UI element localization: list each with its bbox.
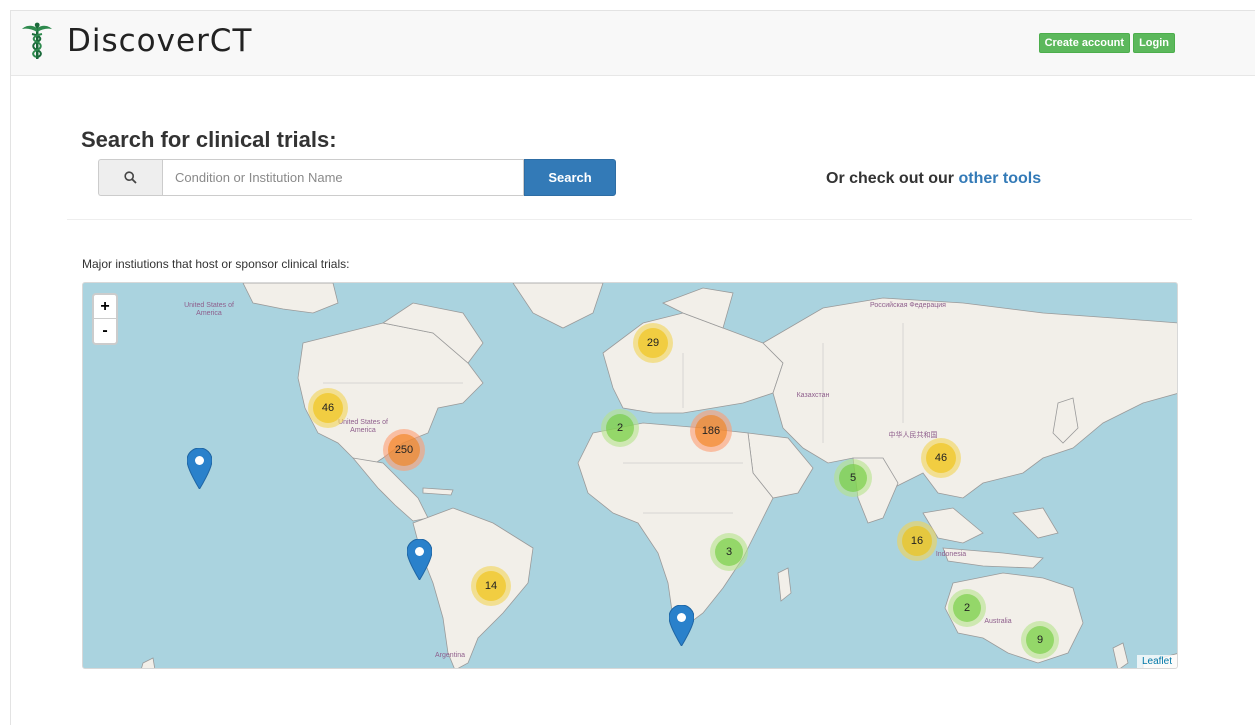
map-attribution: Leaflet: [1136, 655, 1177, 668]
leaflet-link[interactable]: Leaflet: [1142, 656, 1172, 667]
divider: [67, 219, 1192, 220]
map-land: [141, 283, 1177, 668]
map-caption: Major instiutions that host or sponsor c…: [82, 257, 350, 271]
country-label: Казахстан: [796, 392, 830, 399]
marker-cluster[interactable]: 9: [1021, 621, 1059, 659]
country-label: Российская Федерация: [870, 302, 946, 309]
marker-cluster[interactable]: 29: [633, 323, 673, 363]
zoom-out-button[interactable]: -: [94, 319, 116, 343]
country-label: Australia: [984, 618, 1012, 625]
zoom-in-button[interactable]: +: [94, 295, 116, 319]
other-tools-link[interactable]: other tools: [958, 170, 1041, 187]
map-marker-icon[interactable]: [669, 605, 694, 646]
world-map[interactable]: United States of America United States o…: [82, 282, 1178, 669]
search-title: Search for clinical trials:: [81, 127, 337, 152]
marker-cluster[interactable]: 46: [308, 388, 348, 428]
country-label: Argentina: [435, 652, 465, 659]
marker-cluster[interactable]: 16: [897, 521, 937, 561]
country-label: United States of America: [184, 302, 234, 317]
marker-cluster[interactable]: 2: [601, 409, 639, 447]
brand[interactable]: DiscoverCT: [21, 21, 252, 61]
search-input[interactable]: [162, 159, 524, 196]
app-frame: DiscoverCT Create account Login Search f…: [10, 10, 1255, 725]
marker-cluster[interactable]: 3: [710, 533, 748, 571]
country-label: Indonesia: [935, 551, 967, 558]
brand-name: DiscoverCT: [67, 23, 253, 59]
search-icon: [124, 171, 137, 184]
create-account-button[interactable]: Create account: [1038, 33, 1131, 53]
map-marker-icon[interactable]: [187, 448, 212, 489]
login-button[interactable]: Login: [1133, 33, 1175, 53]
zoom-control: + -: [92, 293, 118, 345]
marker-cluster[interactable]: 186: [690, 410, 732, 452]
navbar: DiscoverCT Create account Login: [11, 11, 1255, 76]
search-group: Search: [98, 159, 616, 196]
other-tools-text: Or check out our other tools: [826, 170, 1041, 188]
search-button[interactable]: Search: [524, 159, 616, 196]
other-tools-prefix: Or check out our: [826, 170, 955, 187]
marker-cluster[interactable]: 46: [921, 438, 961, 478]
map-marker-icon[interactable]: [407, 539, 432, 580]
marker-cluster[interactable]: 5: [834, 459, 872, 497]
search-addon: [98, 159, 162, 196]
marker-cluster[interactable]: 2: [948, 589, 986, 627]
nav-actions: Create account Login: [1038, 33, 1175, 53]
caduceus-icon: [22, 22, 52, 59]
marker-cluster[interactable]: 14: [471, 566, 511, 606]
marker-cluster[interactable]: 250: [383, 429, 425, 471]
